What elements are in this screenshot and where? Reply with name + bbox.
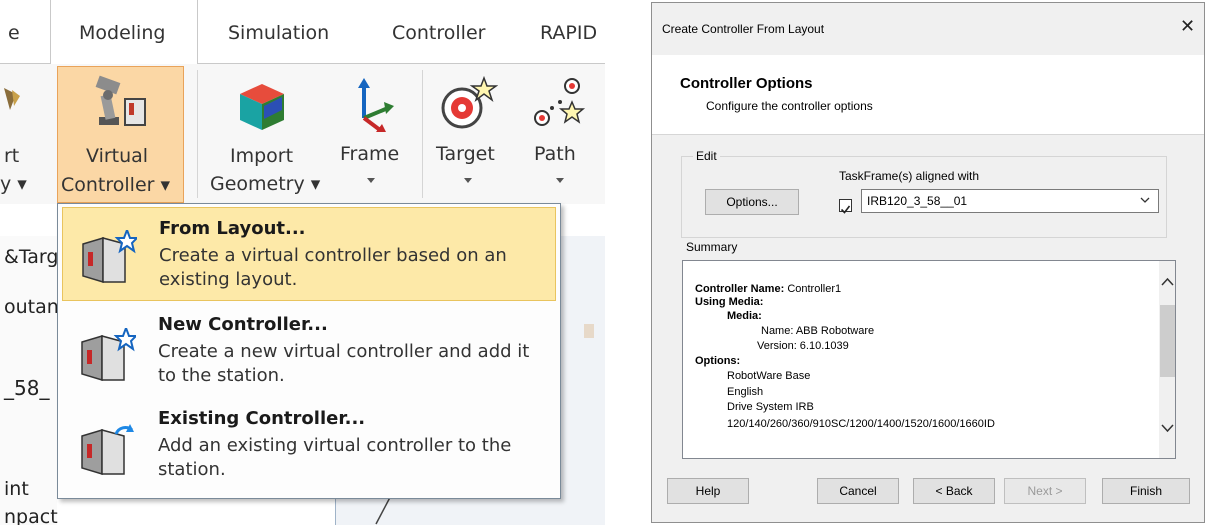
scroll-down-icon[interactable] <box>1161 423 1174 433</box>
virtual-controller-button[interactable]: Virtual Controller ▾ <box>57 66 184 203</box>
header-title: Controller Options <box>680 75 813 92</box>
summary-media-name: Name: ABB Robotware <box>761 325 875 337</box>
virtual-controller-menu: From Layout... Create a virtual controll… <box>57 203 561 499</box>
menu-item-new-controller[interactable]: New Controller... Create a new virtual c… <box>62 306 556 400</box>
summary-label: Summary <box>686 240 738 254</box>
scroll-up-icon[interactable] <box>1161 277 1174 287</box>
tab-modeling[interactable]: Modeling <box>79 22 165 44</box>
tab-partial-home[interactable]: e <box>8 22 20 44</box>
menu-item-from-layout[interactable]: From Layout... Create a virtual controll… <box>62 207 556 301</box>
target-button[interactable]: Target <box>428 66 512 203</box>
menu-item-existing-controller[interactable]: Existing Controller... Add an existing v… <box>62 400 556 494</box>
controller-star-icon <box>82 230 137 284</box>
taskframe-select[interactable]: IRB120_3_58__01 <box>861 189 1159 213</box>
summary-controller-name: Controller Name: Controller1 <box>695 283 842 295</box>
taskframe-label: TaskFrame(s) aligned with <box>839 169 980 183</box>
finish-button[interactable]: Finish <box>1102 478 1190 504</box>
cube-icon <box>240 84 284 130</box>
path-icon <box>534 78 586 126</box>
browser-text-fragment: int <box>4 478 29 500</box>
summary-media: Media: <box>727 310 762 322</box>
back-button[interactable]: < Back <box>913 478 995 504</box>
chevron-down-icon <box>464 178 472 183</box>
dialog-title: Create Controller From Layout <box>662 22 825 36</box>
create-controller-dialog: Create Controller From Layout ✕ Controll… <box>651 2 1205 523</box>
tab-simulation[interactable]: Simulation <box>228 22 329 44</box>
summary-option: English <box>727 386 764 398</box>
next-button[interactable]: Next > <box>1004 478 1086 504</box>
chevron-down-icon <box>367 178 375 183</box>
browser-text-fragment: npact <box>4 506 58 525</box>
summary-option: RobotWare Base <box>727 370 811 382</box>
summary-using-media: Using Media: <box>695 296 764 308</box>
frame-button[interactable]: Frame <box>330 66 414 203</box>
robot-controller-icon <box>95 75 146 126</box>
options-button[interactable]: Options... <box>705 189 799 215</box>
scrollbar-thumb[interactable] <box>1160 305 1175 377</box>
tab-controller[interactable]: Controller <box>392 22 485 44</box>
taskframe-checkbox[interactable] <box>839 199 852 214</box>
chevron-down-icon <box>556 178 564 183</box>
summary-option: 120/140/260/360/910SC/1200/1400/1520/160… <box>727 418 995 430</box>
path-button[interactable]: Path <box>516 66 600 203</box>
frame-axes-icon <box>358 78 394 132</box>
summary-scrollbar[interactable] <box>1159 261 1175 458</box>
header-subtitle: Configure the controller options <box>706 99 873 113</box>
browser-text-fragment: outan <box>4 296 59 318</box>
browser-text-fragment: &Targ <box>4 246 59 268</box>
cancel-button[interactable]: Cancel <box>817 478 899 504</box>
ribbon-tab-bar: e Modeling Simulation Controller RAPID <box>0 0 605 66</box>
help-button[interactable]: Help <box>667 478 749 504</box>
summary-media-version: Version: 6.10.1039 <box>757 340 849 352</box>
tab-rapid[interactable]: RAPID <box>540 22 597 44</box>
summary-options-heading: Options: <box>695 355 741 367</box>
close-icon[interactable]: ✕ <box>1180 16 1195 37</box>
target-icon <box>441 76 498 129</box>
robotstudio-ribbon-panel: e Modeling Simulation Controller RAPID r… <box>0 0 605 525</box>
edit-group-legend: Edit <box>693 149 720 163</box>
partial-ribbon-button[interactable]: rt y ▾ <box>0 66 50 203</box>
controller-star-icon <box>81 328 136 382</box>
browser-text-fragment: _58_ <box>4 376 50 400</box>
import-geometry-button[interactable]: Import Geometry ▾ <box>200 66 324 203</box>
summary-box[interactable]: Controller Name: Controller1 Using Media… <box>682 260 1176 459</box>
partial-button-icon <box>4 88 20 110</box>
controller-refresh-icon <box>81 424 134 476</box>
chevron-down-icon <box>1140 197 1150 203</box>
dialog-header: Controller Options Configure the control… <box>652 55 1204 135</box>
summary-option: Drive System IRB <box>727 401 814 413</box>
taskframe-select-value: IRB120_3_58__01 <box>867 194 968 208</box>
checkmark-icon <box>840 205 851 214</box>
